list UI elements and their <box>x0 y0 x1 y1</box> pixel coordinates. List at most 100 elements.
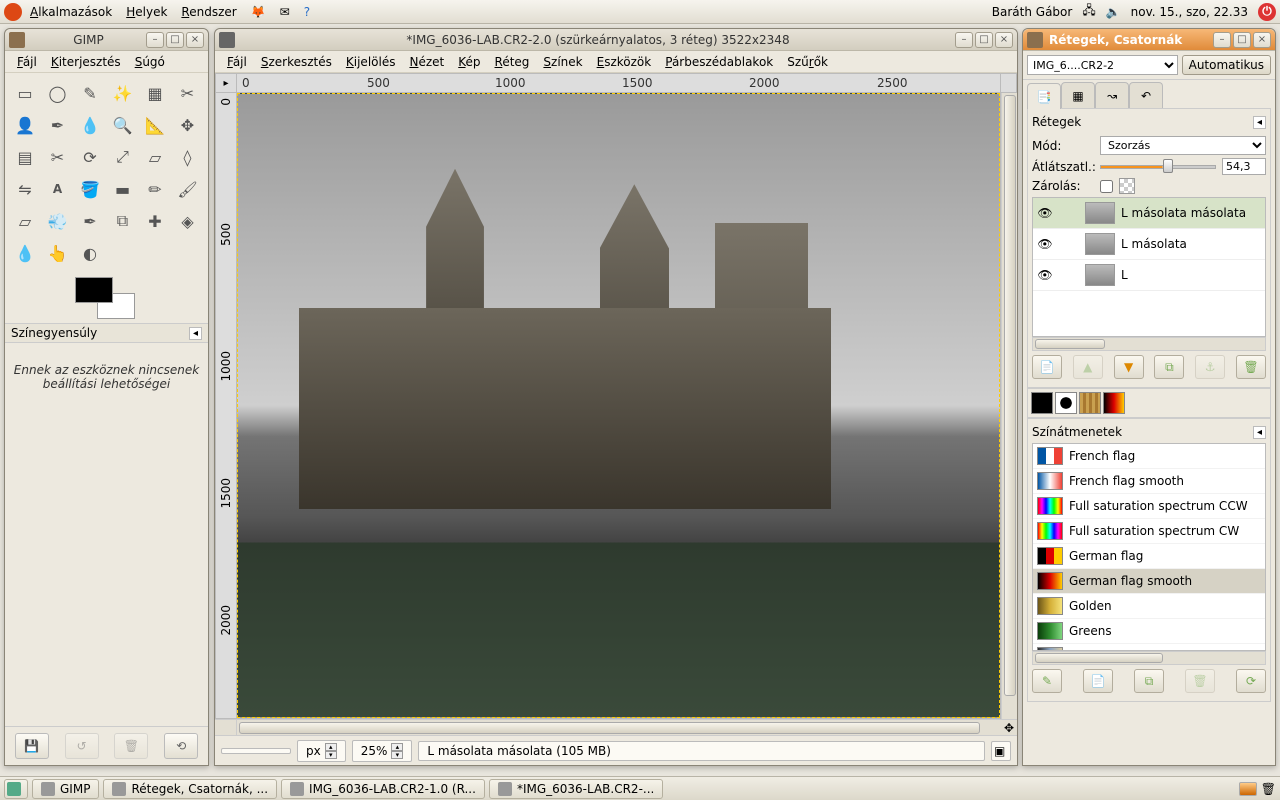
tool-blend[interactable]: ▬ <box>109 175 137 203</box>
save-options-button[interactable]: 💾 <box>15 733 49 759</box>
tool-text[interactable]: A <box>44 175 72 203</box>
horizontal-scrollbar[interactable]: ✥ <box>215 719 1017 735</box>
duplicate-gradient-button[interactable]: ⧉ <box>1134 669 1164 693</box>
menu-image[interactable]: Kép <box>452 53 486 71</box>
close-button[interactable]: × <box>995 32 1013 48</box>
workspace-switcher[interactable] <box>1239 782 1257 796</box>
tool-align[interactable]: ▤ <box>11 143 39 171</box>
lock-pixels-checkbox[interactable] <box>1100 180 1113 193</box>
vertical-ruler[interactable]: 0 500 1000 1500 2000 <box>215 93 237 719</box>
swatch-brush[interactable] <box>1055 392 1077 414</box>
power-icon[interactable]: ⏻ <box>1258 3 1276 21</box>
maximize-button[interactable]: □ <box>975 32 993 48</box>
visibility-icon[interactable]: 👁 <box>1037 206 1053 220</box>
canvas[interactable] <box>237 93 1001 719</box>
menu-layer[interactable]: Réteg <box>489 53 536 71</box>
tool-pencil[interactable]: ✏ <box>141 175 169 203</box>
menu-filters[interactable]: Szűrők <box>781 53 834 71</box>
unit-selector[interactable]: px▴▾ <box>297 740 346 762</box>
tool-free-select[interactable]: ✎ <box>76 79 104 107</box>
swatch-fg[interactable] <box>1031 392 1053 414</box>
menu-dialogs[interactable]: Párbeszédablakok <box>659 53 779 71</box>
panel-menu-icon[interactable]: ◂ <box>1253 426 1266 439</box>
close-button[interactable]: × <box>1253 32 1271 48</box>
user-name[interactable]: Baráth Gábor <box>992 5 1073 19</box>
tool-ink[interactable]: ✒ <box>76 207 104 235</box>
swatch-pattern[interactable] <box>1079 392 1101 414</box>
tool-paintbrush[interactable]: 🖌 <box>174 175 202 203</box>
gradient-row[interactable]: French flag smooth <box>1033 469 1265 494</box>
panel-menu-icon[interactable]: ◂ <box>1253 116 1266 129</box>
gradient-row[interactable]: German flag smooth <box>1033 569 1265 594</box>
task-image1[interactable]: IMG_6036-LAB.CR2-1.0 (R... <box>281 779 485 799</box>
cancel-icon[interactable]: ▣ <box>991 741 1011 761</box>
tool-rect-select[interactable]: ▭ <box>11 79 39 107</box>
menu-view[interactable]: Nézet <box>403 53 450 71</box>
layer-row[interactable]: 👁L másolata másolata <box>1033 198 1265 229</box>
duplicate-layer-button[interactable]: ⧉ <box>1154 355 1184 379</box>
tool-by-color[interactable]: ▦ <box>141 79 169 107</box>
image-selector[interactable]: IMG_6....CR2-2 <box>1027 55 1178 75</box>
edit-gradient-button[interactable]: ✎ <box>1032 669 1062 693</box>
swatch-gradient[interactable] <box>1103 392 1125 414</box>
menu-colors[interactable]: Színek <box>537 53 588 71</box>
menu-help[interactable]: Súgó <box>129 53 171 71</box>
tool-dodge[interactable]: ◐ <box>76 239 104 267</box>
system-menu[interactable]: Rendszer <box>181 5 236 19</box>
layer-list[interactable]: 👁L másolata másolata👁L másolata👁L <box>1032 197 1266 337</box>
tool-scissors[interactable]: ✂ <box>174 79 202 107</box>
menu-file[interactable]: Fájl <box>221 53 253 71</box>
tool-airbrush[interactable]: 💨 <box>44 207 72 235</box>
horizontal-ruler[interactable]: 0 500 1000 1500 2000 2500 <box>237 73 1001 93</box>
help-icon[interactable]: ? <box>304 5 310 19</box>
tool-fuzzy-select[interactable]: ✨ <box>109 79 137 107</box>
volume-icon[interactable]: 🔈 <box>1106 5 1121 19</box>
gradient-row[interactable]: Full saturation spectrum CW <box>1033 519 1265 544</box>
visibility-icon[interactable]: 👁 <box>1037 268 1053 282</box>
trash-icon[interactable]: 🗑 <box>1261 782 1276 796</box>
tool-eraser[interactable]: ▱ <box>11 207 39 235</box>
menu-file[interactable]: Fájl <box>11 53 43 71</box>
tool-scale[interactable]: ⤢ <box>109 143 137 171</box>
auto-button[interactable]: Automatikus <box>1182 55 1271 75</box>
task-layers[interactable]: Rétegek, Csatornák, ... <box>103 779 277 799</box>
tool-zoom[interactable]: 🔍 <box>109 111 137 139</box>
zoom-selector[interactable]: 25%▴▾ <box>352 740 413 762</box>
tool-clone[interactable]: ⧉ <box>109 207 137 235</box>
gradient-row[interactable]: Full saturation spectrum CCW <box>1033 494 1265 519</box>
layer-row[interactable]: 👁L másolata <box>1033 229 1265 260</box>
gradient-row[interactable]: French flag <box>1033 444 1265 469</box>
tool-bucket[interactable]: 🪣 <box>76 175 104 203</box>
tool-perspective[interactable]: ◊ <box>174 143 202 171</box>
minimize-button[interactable]: – <box>1213 32 1231 48</box>
reset-options-button[interactable]: ⟲ <box>164 733 198 759</box>
apps-menu[interactable]: Alkalmazások <box>30 5 112 19</box>
ruler-origin[interactable]: ▸ <box>215 73 237 93</box>
menu-select[interactable]: Kijelölés <box>340 53 402 71</box>
fg-bg-color[interactable] <box>75 277 135 319</box>
close-button[interactable]: × <box>186 32 204 48</box>
gradient-row[interactable]: German flag <box>1033 544 1265 569</box>
tool-perspective-clone[interactable]: ◈ <box>174 207 202 235</box>
tab-channels[interactable]: ▦ <box>1061 82 1095 108</box>
minimize-button[interactable]: – <box>146 32 164 48</box>
tool-shear[interactable]: ▱ <box>141 143 169 171</box>
tool-smudge[interactable]: 👆 <box>44 239 72 267</box>
tool-move[interactable]: ✥ <box>174 111 202 139</box>
menu-tools[interactable]: Eszközök <box>591 53 658 71</box>
new-layer-button[interactable]: 📄 <box>1032 355 1062 379</box>
network-icon[interactable]: 🖧 <box>1082 1 1095 22</box>
tool-color-picker[interactable]: 💧 <box>76 111 104 139</box>
places-menu[interactable]: Helyek <box>126 5 167 19</box>
image-titlebar[interactable]: *IMG_6036-LAB.CR2-2.0 (szürkeárnyalatos,… <box>215 29 1017 51</box>
tool-rotate[interactable]: ⟳ <box>76 143 104 171</box>
tab-paths[interactable]: ↝ <box>1095 82 1129 108</box>
opacity-value[interactable] <box>1222 158 1266 175</box>
refresh-gradient-button[interactable]: ⟳ <box>1236 669 1266 693</box>
minimize-button[interactable]: – <box>955 32 973 48</box>
tool-crop[interactable]: ✂ <box>44 143 72 171</box>
gradient-list[interactable]: French flagFrench flag smoothFull satura… <box>1032 443 1266 651</box>
tool-ellipse-select[interactable]: ◯ <box>44 79 72 107</box>
clock[interactable]: nov. 15., szo, 22.33 <box>1131 5 1248 19</box>
tool-flip[interactable]: ⇋ <box>11 175 39 203</box>
